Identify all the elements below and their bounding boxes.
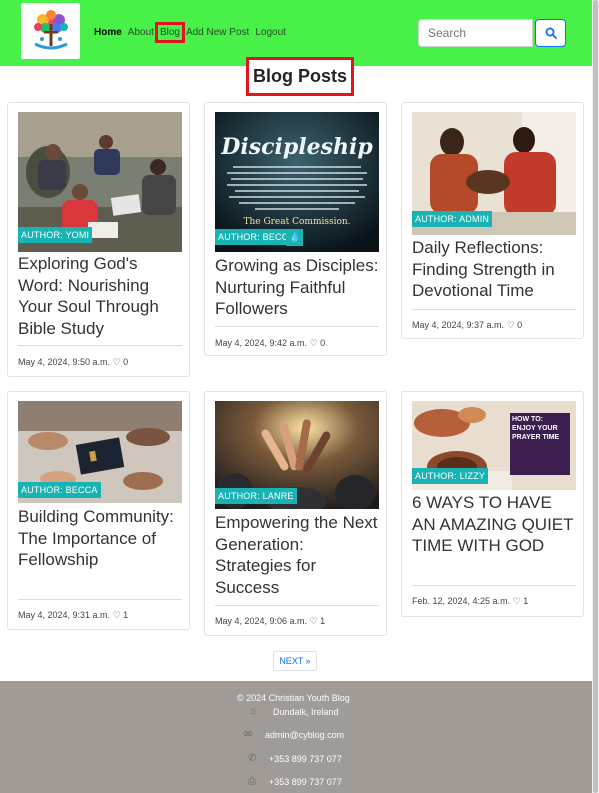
divider [215,326,379,327]
post-date: May 4, 2024, 9:50 a.m. [18,357,111,367]
like-count: 1 [523,596,529,606]
post-date: Feb. 12, 2024, 4:25 a.m. [412,596,511,606]
page-title: Blog Posts [246,57,354,96]
post-meta: May 4, 2024, 9:31 a.m. ♡ 1 [18,610,128,621]
post-date: May 4, 2024, 9:42 a.m. [215,338,308,348]
discipleship-image-title: Discipleship [220,134,373,160]
address-text: Dundalk, Ireland [273,707,339,717]
email-text[interactable]: admin@cyblog.com [265,730,344,740]
post-meta: May 4, 2024, 9:37 a.m. ♡ 0 [412,320,522,331]
post-card[interactable]: AUTHOR: LANRE Empowering the Next Genera… [204,391,387,636]
like-count: 1 [320,616,326,626]
search-input[interactable] [418,19,533,47]
heart-icon[interactable]: ♡ [513,596,521,606]
nav-link-blog[interactable]: Blog [154,22,185,43]
post-date: May 4, 2024, 9:37 a.m. [412,320,505,330]
divider [412,585,576,586]
post-title[interactable]: Building Community: The Importance of Fe… [18,506,184,571]
envelope-icon: ✉ [244,729,253,740]
next-page-button[interactable]: NEXT » [273,651,317,671]
post-title[interactable]: 6 WAYS TO HAVE AN AMAZING QUIET TIME WIT… [412,492,578,557]
post-title[interactable]: Empowering the Next Generation: Strategi… [215,512,381,598]
discipleship-drop-icon: 💧 [286,229,304,246]
author-badge[interactable]: AUTHOR: YOMI [18,227,93,243]
post-title[interactable]: Daily Reflections: Finding Strength in D… [412,237,578,302]
like-count: 0 [320,338,326,348]
copyright-text: © 2024 Christian Youth Blog [237,693,350,703]
author-badge[interactable]: AUTHOR: ADMIN [412,211,493,227]
search-form [418,19,566,48]
post-card[interactable]: AUTHOR: ADMIN Daily Reflections: Finding… [401,102,584,339]
phone-text[interactable]: +353 899 737 077 [269,754,342,764]
fax-text: +353 899 737 077 [269,777,342,787]
heart-icon[interactable]: ♡ [310,338,318,348]
like-count: 0 [517,320,523,330]
post-card[interactable]: HOW TO: ENJOY YOUR PRAYER TIME AUTHOR: L… [401,391,584,617]
post-card[interactable]: AUTHOR: BECCA Building Community: The Im… [7,391,190,630]
footer: © 2024 Christian Youth Blog ⌂ Dundalk, I… [0,681,592,793]
nav-link-about[interactable]: About [128,27,154,38]
post-card[interactable]: AUTHOR: YOMI Exploring God's Word: Nouri… [7,102,190,377]
heart-icon[interactable]: ♡ [113,610,121,620]
post-meta: May 4, 2024, 9:50 a.m. ♡ 0 [18,357,128,368]
divider [215,605,379,606]
prayer-image-text: HOW TO: ENJOY YOUR PRAYER TIME [512,416,560,441]
nav-link-home[interactable]: Home [94,27,122,38]
home-icon: ⌂ [250,706,257,717]
divider [412,309,576,310]
post-title[interactable]: Exploring God's Word: Nourishing Your So… [18,253,184,339]
heart-icon[interactable]: ♡ [507,320,515,330]
post-meta: May 4, 2024, 9:42 a.m. ♡ 0 [215,338,325,349]
search-icon [545,27,557,39]
phone-icon: ✆ [248,753,257,764]
nav-links: Home About Blog Add New Post Logout [94,22,292,43]
divider [18,345,182,346]
post-meta: Feb. 12, 2024, 4:25 a.m. ♡ 1 [412,596,528,607]
post-card[interactable]: Discipleship The Great Commission. AUTHO… [204,102,387,356]
logo[interactable] [21,3,80,59]
author-badge[interactable]: AUTHOR: LANRE [215,488,297,504]
author-badge[interactable]: AUTHOR: BECCA [18,482,101,498]
scrollbar-thumb[interactable] [593,0,598,793]
post-date: May 4, 2024, 9:06 a.m. [215,616,308,626]
post-date: May 4, 2024, 9:31 a.m. [18,610,111,620]
search-button[interactable] [535,19,566,47]
print-icon: ⎙ [248,776,256,787]
heart-icon[interactable]: ♡ [113,357,121,367]
divider [18,599,182,600]
post-meta: May 4, 2024, 9:06 a.m. ♡ 1 [215,616,325,627]
like-count: 1 [123,610,129,620]
post-title[interactable]: Growing as Disciples: Nurturing Faithful… [215,255,381,320]
author-badge[interactable]: AUTHOR: LIZZY [412,468,489,484]
like-count: 0 [123,357,129,367]
nav-link-add-new-post[interactable]: Add New Post [186,27,249,38]
nav-link-logout[interactable]: Logout [255,27,286,38]
discipleship-image-caption: The Great Commission. [243,217,350,227]
heart-icon[interactable]: ♡ [310,616,318,626]
